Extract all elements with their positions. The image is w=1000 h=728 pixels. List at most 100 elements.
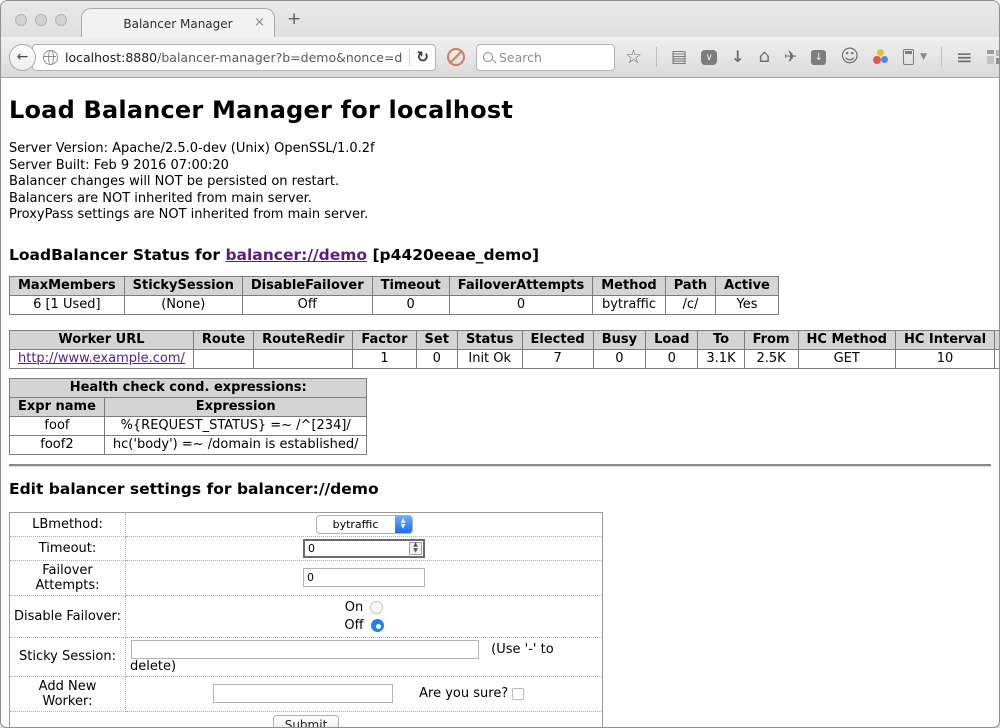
hello-chat-icon[interactable]: ☺: [840, 48, 859, 66]
column-header: To: [698, 330, 744, 349]
lbmethod-label: LBmethod:: [10, 512, 126, 536]
timeout-field-cell: ▲▼: [126, 536, 603, 560]
save-page-icon[interactable]: ↓: [811, 50, 826, 65]
server-info: Server Version: Apache/2.5.0-dev (Unix) …: [9, 141, 991, 224]
add-worker-input[interactable]: [213, 684, 393, 703]
table-cell: bytraffic: [593, 295, 665, 314]
form-row: Timeout: ▲▼: [10, 536, 603, 560]
table-cell: [254, 349, 353, 368]
table-row: foof %{REQUEST_STATUS} =~ /^[234]/: [10, 416, 367, 435]
globe-icon: [43, 50, 58, 65]
new-tab-button[interactable]: +: [287, 9, 301, 29]
table-cell: 3.1K: [698, 349, 744, 368]
column-header: Factor: [353, 330, 416, 349]
column-header: HC Interval: [895, 330, 994, 349]
tab-close-icon[interactable]: ×: [254, 15, 265, 30]
content-blocked-icon[interactable]: [447, 48, 465, 66]
add-new-worker-label: Add New Worker:: [10, 676, 126, 711]
worker-url-link[interactable]: http://www.example.com/: [18, 351, 185, 366]
home-icon[interactable]: ⌂: [759, 48, 770, 66]
are-you-sure-checkbox[interactable]: [512, 688, 524, 700]
proxypass-note-line: ProxyPass settings are NOT inherited fro…: [9, 207, 991, 224]
table-cell: Yes: [716, 295, 779, 314]
chevron-down-icon[interactable]: ▼: [920, 52, 927, 62]
balancer-link[interactable]: balancer://demo: [225, 246, 367, 264]
table-row: 6 [1 Used] (None) Off 0 0 bytraffic /c/ …: [10, 295, 779, 314]
sticky-session-label: Sticky Session:: [10, 637, 126, 676]
health-table-title: Health check cond. expressions:: [10, 378, 367, 397]
timeout-input[interactable]: [303, 539, 425, 558]
table-cell: 10: [895, 349, 994, 368]
toolbar-divider: [941, 47, 942, 67]
sticky-session-input[interactable]: [131, 640, 479, 659]
edit-settings-heading: Edit balancer settings for balancer://de…: [9, 480, 991, 498]
lbmethod-select[interactable]: bytraffic ▲▼: [316, 515, 413, 534]
device-sync-icon[interactable]: [903, 49, 914, 65]
table-cell: /c/: [665, 295, 715, 314]
table-cell: 6 [1 Used]: [10, 295, 125, 314]
timeout-label: Timeout:: [10, 536, 126, 560]
send-tab-icon[interactable]: ✈: [784, 49, 797, 65]
expr-name-cell: foof: [10, 416, 105, 435]
url-bar[interactable]: localhost:8880/balancer-manager?b=demo&n…: [32, 44, 436, 71]
are-you-sure-label: Are you sure?: [419, 686, 508, 701]
page-title: Load Balancer Manager for localhost: [9, 96, 991, 124]
form-row: Failover Attempts:: [10, 560, 603, 595]
search-icon: [483, 52, 493, 62]
tab-title: Balancer Manager: [123, 17, 232, 31]
back-button[interactable]: ←: [9, 44, 36, 71]
reload-button[interactable]: ↻: [416, 48, 431, 66]
column-header: HC Method: [798, 330, 895, 349]
window-minimize-button[interactable]: [35, 14, 47, 26]
radio-off[interactable]: [371, 619, 384, 632]
table-cell: 0: [372, 295, 449, 314]
table-header-row: Expr name Expression: [10, 397, 367, 416]
radio-off-label: Off: [344, 618, 363, 633]
column-header: Expression: [104, 397, 367, 416]
search-bar[interactable]: Search: [476, 44, 615, 71]
window-close-button[interactable]: [15, 14, 27, 26]
menu-icon[interactable]: ≡: [956, 45, 973, 69]
expr-name-cell: foof2: [10, 435, 105, 454]
window-zoom-button[interactable]: [55, 14, 67, 26]
pocket-icon[interactable]: ∨: [701, 50, 717, 65]
downloads-icon[interactable]: ↓: [731, 49, 744, 65]
column-header: Load: [646, 330, 698, 349]
failover-field-cell: [126, 560, 603, 595]
tab-groups-icon[interactable]: [987, 50, 1000, 64]
table-cell: Off: [242, 295, 372, 314]
extension-dots-icon[interactable]: [873, 49, 889, 65]
form-row: Submit: [10, 711, 603, 728]
table-cell: 2.5K: [744, 349, 798, 368]
disable-failover-label: Disable Failover:: [10, 595, 126, 637]
lbmethod-field-cell: bytraffic ▲▼: [126, 512, 603, 536]
column-header: FailoverAttempts: [449, 276, 593, 295]
toolbar-divider: [656, 47, 657, 67]
reading-list-icon[interactable]: ▤: [671, 49, 687, 66]
failover-attempts-input[interactable]: [303, 568, 425, 587]
column-header: MaxMembers: [10, 276, 125, 295]
browser-tab[interactable]: Balancer Manager ×: [81, 8, 275, 38]
column-header: Set: [416, 330, 457, 349]
lbmethod-selected-value: bytraffic: [317, 516, 395, 533]
column-header: DisableFailover: [242, 276, 372, 295]
number-spinner-icon[interactable]: ▲▼: [409, 542, 422, 555]
table-cell: 1 (0): [995, 349, 999, 368]
table-header-row: MaxMembers StickySession DisableFailover…: [10, 276, 779, 295]
table-cell: 0: [416, 349, 457, 368]
url-host: localhost:8880: [65, 50, 157, 65]
navigation-toolbar: ← localhost:8880/balancer-manager?b=demo…: [1, 37, 999, 78]
status-heading-prefix: LoadBalancer Status for: [9, 246, 225, 264]
url-text[interactable]: localhost:8880/balancer-manager?b=demo&n…: [65, 50, 403, 65]
table-cell: (None): [124, 295, 242, 314]
radio-on[interactable]: [370, 601, 383, 614]
form-row: LBmethod: bytraffic ▲▼: [10, 512, 603, 536]
submit-button[interactable]: Submit: [273, 715, 340, 728]
table-row: http://www.example.com/ 1 0 Init Ok 7 0 …: [10, 349, 1000, 368]
table-cell: 1: [353, 349, 416, 368]
column-header: From: [744, 330, 798, 349]
table-header-row: Health check cond. expressions:: [10, 378, 367, 397]
form-row: Sticky Session: (Use '-' to delete): [10, 637, 603, 676]
column-header: RouteRedir: [254, 330, 353, 349]
bookmark-star-icon[interactable]: ☆: [625, 48, 642, 67]
